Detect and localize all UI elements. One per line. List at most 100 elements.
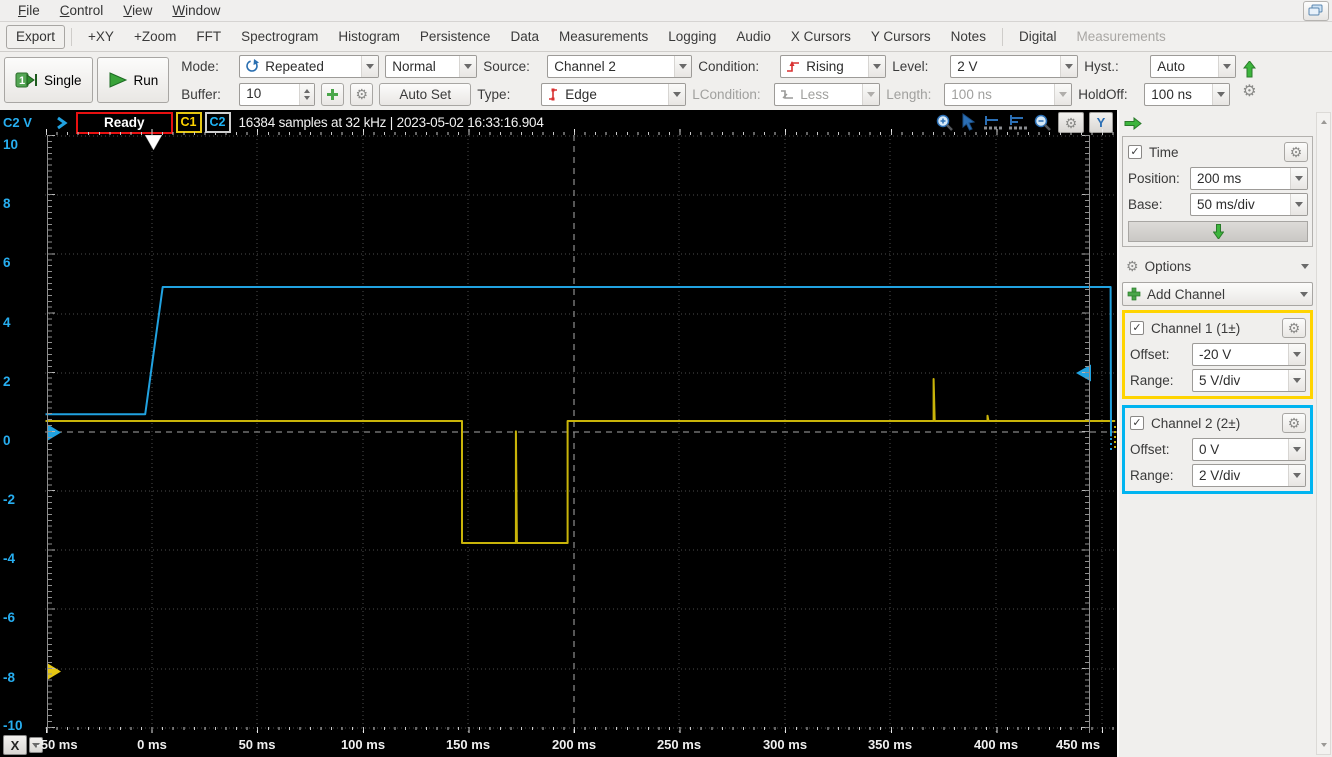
dropdown-arrow-icon (1212, 83, 1230, 105)
x-axis-button[interactable]: X (3, 735, 27, 755)
dropdown-arrow-icon (1301, 263, 1309, 273)
menu-file[interactable]: File (8, 1, 50, 20)
view-zoom[interactable]: +Zoom (124, 29, 186, 44)
dropdown-arrow-icon (459, 55, 477, 77)
dropdown-arrow-icon (1288, 464, 1305, 486)
dropdown-arrow-icon (1288, 343, 1305, 365)
time-position-select[interactable]: 200 ms (1190, 166, 1308, 190)
export-button[interactable]: Export (6, 24, 66, 49)
trigger-type-select[interactable]: Edge (541, 82, 687, 106)
trigger-settings-gear-icon[interactable]: ⚙ (1242, 83, 1256, 100)
trigger-condition-select[interactable]: Rising (780, 54, 887, 78)
scope-plot-area[interactable]: 10 8 6 4 2 0 -2 -4 -6 -8 -10 (0, 135, 1117, 733)
view-data[interactable]: Data (500, 29, 549, 44)
holdoff-value: 100 ns (1151, 86, 1192, 102)
channel1-checkbox[interactable]: ✓ (1130, 321, 1144, 335)
view-fft[interactable]: FFT (186, 29, 231, 44)
view-audio[interactable]: Audio (726, 29, 781, 44)
acquisition-mode-select[interactable]: Normal (385, 54, 478, 78)
channel1-settings-button[interactable]: ⚙ (1282, 318, 1306, 338)
options-label: Options (1144, 258, 1192, 274)
channel1-range-value: 5 V/div (1199, 372, 1241, 388)
dropdown-arrow-icon (674, 55, 692, 77)
hysteresis-select[interactable]: Auto (1150, 54, 1237, 78)
edge-icon (547, 88, 559, 101)
time-position-value: 200 ms (1197, 170, 1242, 186)
y-tick-label: -8 (3, 670, 16, 685)
channel2-label: Channel 2 (2±) (1151, 415, 1241, 431)
spinner-arrows[interactable] (299, 83, 315, 105)
add-buffer-button[interactable] (321, 82, 345, 106)
auto-set-button[interactable]: Auto Set (379, 82, 472, 106)
channel2-settings-button[interactable]: ⚙ (1282, 413, 1306, 433)
plus-icon (1127, 287, 1141, 301)
trigger-source-select[interactable]: Channel 2 (547, 54, 693, 78)
mode-select[interactable]: Repeated (239, 54, 380, 78)
trigger-position-marker[interactable] (144, 135, 163, 151)
view-toolbar: Export +XY +Zoom FFT Spectrogram Histogr… (0, 22, 1332, 52)
view-y-cursors[interactable]: Y Cursors (861, 29, 941, 44)
view-persistence[interactable]: Persistence (410, 29, 501, 44)
y-tick-label: -10 (3, 718, 23, 733)
view-measurements[interactable]: Measurements (549, 29, 658, 44)
dropdown-arrow-icon (1290, 167, 1307, 189)
single-button[interactable]: 1 Single (4, 57, 93, 103)
time-group-label: Time (1149, 144, 1179, 160)
dropdown-arrow-icon (1060, 55, 1078, 77)
view-spectrogram[interactable]: Spectrogram (231, 29, 328, 44)
left-tick-ruler (47, 135, 55, 733)
waveform-canvas[interactable] (45, 135, 1117, 733)
x-tick-label: 450 ms (1055, 737, 1101, 752)
expand-arrow-icon[interactable] (1124, 116, 1143, 130)
view-xy[interactable]: +XY (78, 29, 124, 44)
menu-control[interactable]: Control (50, 1, 114, 20)
x-tick-label: 300 ms (762, 737, 808, 752)
x-tick-label: -50 ms (36, 737, 78, 752)
plus-icon (327, 88, 339, 100)
view-x-cursors[interactable]: X Cursors (781, 29, 861, 44)
menu-view[interactable]: View (113, 1, 162, 20)
time-expand-button[interactable] (1128, 221, 1308, 242)
channel1-offset-select[interactable]: -20 V (1192, 342, 1306, 366)
view-measurements-disabled: Measurements (1076, 29, 1166, 44)
condition-label: Condition: (698, 58, 760, 74)
channel2-offset-label: Offset: (1130, 441, 1170, 457)
channel2-range-select[interactable]: 2 V/div (1192, 463, 1306, 487)
trigger-level-select[interactable]: 2 V (950, 54, 1079, 78)
scroll-up-icon[interactable] (1318, 114, 1329, 127)
menu-window[interactable]: Window (162, 1, 230, 20)
y-tick-label: 10 (3, 137, 19, 152)
trigger-lcondition-select: Less (774, 82, 881, 106)
channel2-checkbox[interactable]: ✓ (1130, 416, 1144, 430)
dropdown-arrow-icon (361, 55, 379, 77)
x-tick-label: 50 ms (238, 737, 276, 752)
time-base-select[interactable]: 50 ms/div (1190, 192, 1308, 216)
buffer-spinbox[interactable]: 10 (239, 82, 316, 106)
run-button[interactable]: Run (96, 57, 170, 103)
dropdown-arrow-icon (1288, 369, 1305, 391)
trigger-up-arrow-icon[interactable] (1242, 60, 1256, 78)
source-label: Source: (483, 58, 530, 74)
view-logging[interactable]: Logging (658, 29, 726, 44)
add-channel-button[interactable]: Add Channel (1122, 282, 1313, 306)
holdoff-select[interactable]: 100 ns (1144, 82, 1231, 106)
x-tick-label: 200 ms (551, 737, 597, 752)
panel-scrollbar[interactable] (1316, 112, 1331, 755)
buffer-value: 10 (246, 85, 262, 101)
gear-icon: ⚙ (1126, 258, 1139, 274)
y-axis-channel-label[interactable]: C2 V (0, 115, 52, 130)
menubar: File Control View Window (0, 0, 1332, 22)
options-row[interactable]: ⚙ Options (1122, 254, 1313, 278)
view-notes[interactable]: Notes (941, 29, 996, 44)
time-checkbox[interactable]: ✓ (1128, 145, 1142, 159)
windows-button[interactable] (1303, 0, 1329, 21)
mode-value: Repeated (265, 58, 324, 74)
view-histogram[interactable]: Histogram (328, 29, 410, 44)
channel1-range-select[interactable]: 5 V/div (1192, 368, 1306, 392)
buffer-settings-button[interactable]: ⚙ (350, 82, 374, 106)
channel2-offset-select[interactable]: 0 V (1192, 437, 1306, 461)
collapse-chevron-icon[interactable] (56, 116, 68, 130)
time-settings-button[interactable]: ⚙ (1284, 142, 1308, 162)
scroll-down-icon[interactable] (1318, 740, 1329, 753)
view-digital[interactable]: Digital (1009, 29, 1067, 44)
